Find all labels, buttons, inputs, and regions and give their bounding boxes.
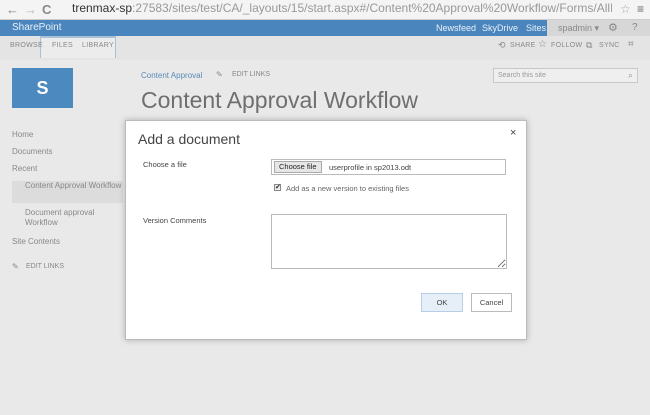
close-icon[interactable]: × <box>510 127 516 139</box>
browser-toolbar: ← → C trenmax-sp:27583/sites/test/CA/_la… <box>0 0 650 20</box>
add-document-dialog: Add a document × Choose a file Choose fi… <box>125 120 527 340</box>
nav-content-approval-workflow[interactable]: Content Approval Workflow <box>12 181 123 203</box>
breadcrumb[interactable]: Content Approval <box>141 71 202 80</box>
address-bar[interactable]: trenmax-sp:27583/sites/test/CA/_layouts/… <box>72 1 612 18</box>
tab-browse[interactable]: BROWSE <box>10 42 43 49</box>
site-logo[interactable]: S <box>12 68 73 108</box>
share-button[interactable]: SHARE <box>510 42 536 49</box>
dialog-title: Add a document <box>138 131 240 147</box>
search-input[interactable]: Search this site ⌕ <box>493 68 638 83</box>
ok-button[interactable]: OK <box>421 293 463 312</box>
search-icon[interactable]: ⌕ <box>628 70 633 81</box>
version-comments-textarea[interactable] <box>271 214 507 269</box>
pencil-icon: ✎ <box>216 70 223 79</box>
ribbon: BROWSE FILES LIBRARY ⟲ SHARE ☆ FOLLOW ⧉ … <box>0 36 650 60</box>
edit-links-nav[interactable]: EDIT LINKS <box>26 263 64 270</box>
nav-recent[interactable]: Recent <box>12 164 37 173</box>
gear-icon[interactable]: ⚙ <box>608 21 618 34</box>
url-host: trenmax-sp <box>72 1 133 15</box>
add-as-new-version-checkbox[interactable]: ✔ <box>274 184 281 191</box>
file-input[interactable]: Choose file userprofile in sp2013.odt <box>271 159 506 175</box>
star-icon[interactable]: ☆ <box>620 2 631 16</box>
tab-library[interactable]: LIBRARY <box>82 42 114 49</box>
page-title: Content Approval Workflow <box>141 87 418 113</box>
user-menu[interactable]: spadmin ▾ <box>558 23 599 34</box>
nav-home[interactable]: Home <box>12 130 33 139</box>
back-button[interactable]: ← <box>6 2 19 17</box>
focus-icon[interactable]: ⌗ <box>628 39 634 50</box>
nav-label: Content Approval Workflow <box>25 181 122 190</box>
sync-icon: ⧉ <box>586 40 593 50</box>
menu-icon[interactable]: ≡ <box>637 2 644 16</box>
forward-button[interactable]: → <box>24 2 37 17</box>
suite-bar: SharePoint Newsfeed SkyDrive Sites spadm… <box>0 20 650 36</box>
pencil-icon: ✎ <box>12 262 19 271</box>
follow-button[interactable]: FOLLOW <box>551 42 582 49</box>
edit-links-top[interactable]: EDIT LINKS <box>232 71 270 78</box>
version-comments-label: Version Comments <box>143 216 207 225</box>
tab-files[interactable]: FILES <box>52 42 73 49</box>
reload-button[interactable]: C <box>42 2 51 17</box>
newsfeed-link[interactable]: Newsfeed <box>436 23 476 33</box>
url-path: :27583/sites/test/CA/_layouts/15/start.a… <box>132 1 612 15</box>
selected-file-name: userprofile in sp2013.odt <box>329 163 412 172</box>
sync-button[interactable]: SYNC <box>599 42 620 49</box>
cancel-button[interactable]: Cancel <box>471 293 512 312</box>
choose-file-button[interactable]: Choose file <box>274 161 322 173</box>
follow-icon: ☆ <box>538 39 548 50</box>
share-icon: ⟲ <box>498 40 506 50</box>
add-as-new-version-label: Add as a new version to existing files <box>286 184 409 193</box>
sharepoint-brand[interactable]: SharePoint <box>12 22 61 33</box>
nav-document-approval-workflow[interactable]: Document approval Workflow <box>25 208 105 228</box>
choose-file-label: Choose a file <box>143 160 187 169</box>
nav-documents[interactable]: Documents <box>12 147 52 156</box>
skydrive-link[interactable]: SkyDrive <box>482 23 518 33</box>
search-placeholder: Search this site <box>498 72 546 79</box>
nav-site-contents[interactable]: Site Contents <box>12 237 60 246</box>
sites-link[interactable]: Sites <box>526 23 546 33</box>
help-icon[interactable]: ? <box>632 22 638 33</box>
